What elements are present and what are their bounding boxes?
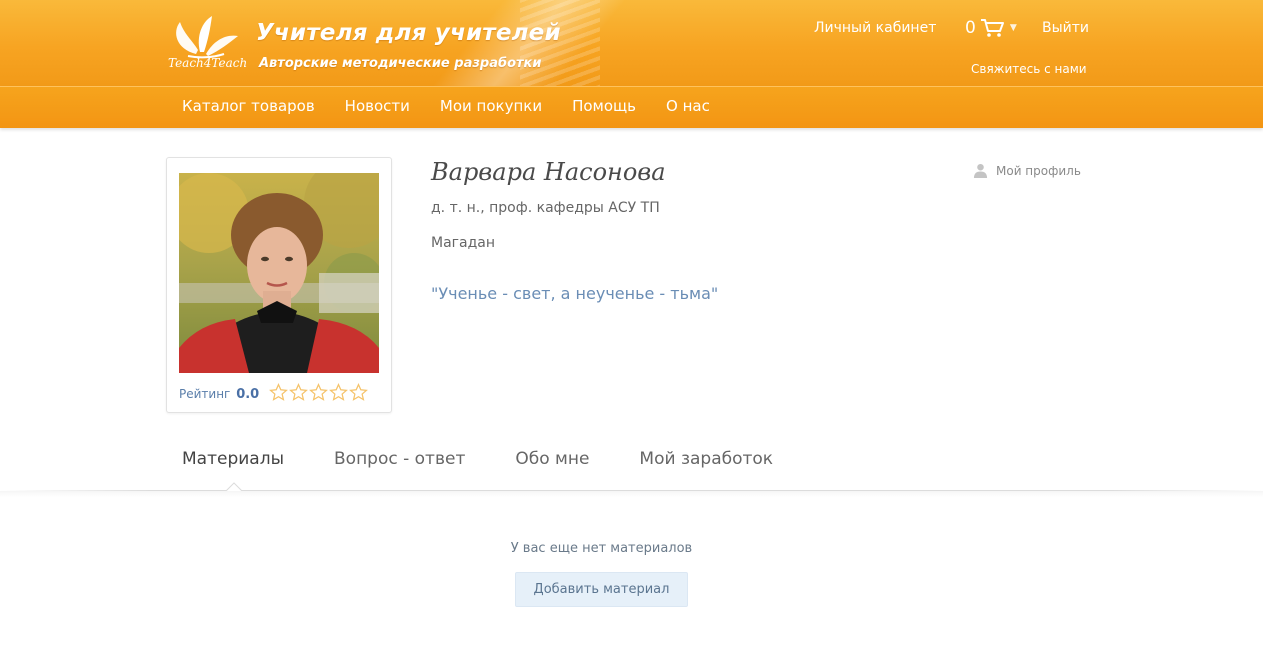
star-icon[interactable] [309,383,328,402]
profile-title: д. т. н., проф. кафедры АСУ ТП [431,200,660,216]
cart-button[interactable]: 0 ▼ [965,18,1017,38]
nav-item-help[interactable]: Помощь [572,97,636,115]
site-header: Teach4Teach Учителя для учителей Авторск… [0,0,1263,86]
brand-title[interactable]: Учителя для учителей [256,20,561,46]
main-nav: Каталог товаров Новости Мои покупки Помо… [0,86,1263,128]
empty-materials-message: У вас еще нет материалов [510,541,693,556]
logout-link[interactable]: Выйти [1042,20,1089,36]
nav-items: Каталог товаров Новости Мои покупки Помо… [182,97,740,115]
chevron-down-icon: ▼ [1009,23,1017,33]
brand-subtitle: Авторские методические разработки [259,56,542,71]
cart-count: 0 [965,18,976,38]
rating-value: 0.0 [236,387,260,402]
star-icon[interactable] [289,383,308,402]
personal-cabinet-link[interactable]: Личный кабинет [814,20,936,36]
tab-my-earnings[interactable]: Мой заработок [639,449,773,469]
tab-materials[interactable]: Материалы [182,449,284,469]
tab-divider-shadow [0,491,1263,497]
profile-name: Варвара Насонова [431,158,666,186]
nav-item-catalog[interactable]: Каталог товаров [182,97,315,115]
profile-quote: "Ученье - свет, а неученье - тьма" [431,284,719,303]
rating-label-text: Рейтинг [179,387,231,401]
star-icon[interactable] [349,383,368,402]
user-icon [973,163,988,178]
nav-item-my-purchases[interactable]: Мои покупки [440,97,542,115]
my-profile-link[interactable]: Мой профиль [973,163,1081,178]
tab-qa[interactable]: Вопрос - ответ [334,449,465,469]
nav-item-about[interactable]: О нас [666,97,710,115]
profile-photo-card: Рейтинг 0.0 [166,157,392,413]
rating-stars[interactable] [269,383,368,402]
star-icon[interactable] [329,383,348,402]
nav-item-news[interactable]: Новости [345,97,410,115]
cart-icon [980,19,1004,37]
add-material-button[interactable]: Добавить материал [515,572,688,607]
contact-us-link[interactable]: Свяжитесь с нами [971,62,1087,76]
logo-text: Teach4Teach [168,56,248,70]
profile-city: Магадан [431,235,496,251]
active-tab-pointer-icon [226,482,242,491]
profile-tabs: Материалы Вопрос - ответ Обо мне Мой зар… [182,449,823,469]
rating-label: Рейтинг 0.0 [179,387,259,402]
my-profile-label: Мой профиль [996,163,1081,178]
star-icon[interactable] [269,383,288,402]
tab-about-me[interactable]: Обо мне [515,449,589,469]
avatar[interactable] [179,173,379,373]
